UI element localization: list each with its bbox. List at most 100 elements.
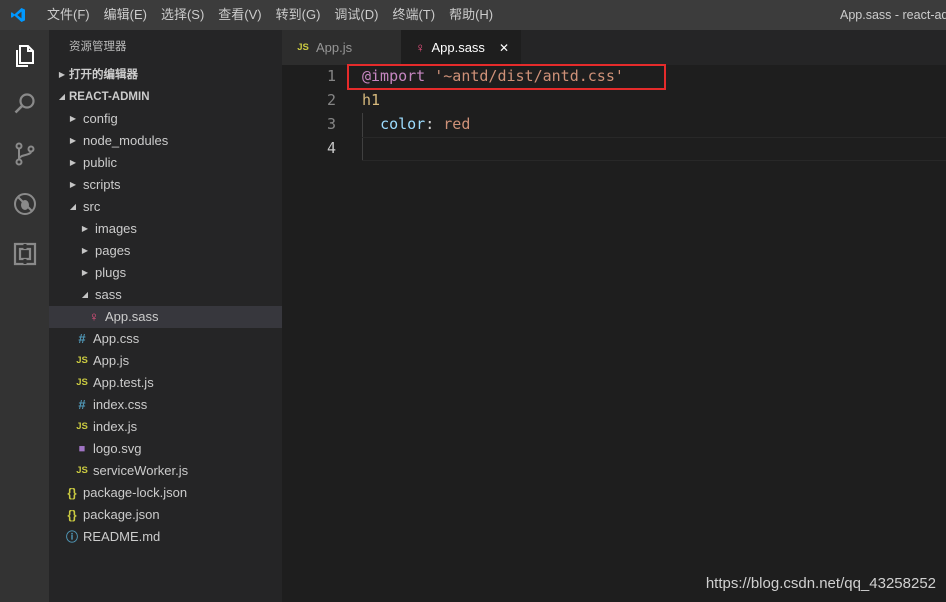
tree-file[interactable]: ⓘ README.md: [49, 526, 282, 548]
explorer-sidebar: 资源管理器 ▶ 打开的编辑器 ◢ REACT-ADMIN ▶ config ▶ nod…: [49, 30, 282, 602]
activity-bar: [0, 30, 49, 602]
line-number: 3: [326, 115, 336, 133]
tree-file[interactable]: JS serviceWorker.js: [49, 460, 282, 482]
open-editors-label: 打开的编辑器: [69, 69, 138, 81]
tree-folder[interactable]: ▶ node_modules: [49, 130, 282, 152]
annotation-highlight-box: [347, 64, 666, 90]
tree-item-label: index.js: [93, 419, 138, 434]
tree-item-label: App.css: [93, 331, 140, 346]
sass-file-icon: ♀: [415, 40, 426, 55]
menu-item[interactable]: 编辑(E): [97, 0, 154, 30]
menu-item[interactable]: 帮助(H): [442, 0, 500, 30]
tree-item-label: sass: [95, 287, 122, 302]
chevron-right-icon: ▶: [69, 114, 77, 123]
tree-item-label: App.js: [93, 353, 130, 368]
chevron-right-icon: ▶: [81, 268, 89, 277]
tree-file[interactable]: {} package-lock.json: [49, 482, 282, 504]
tree-item-label: serviceWorker.js: [93, 463, 189, 478]
tab-bar: JS App.js ♀ App.sass ✕: [282, 30, 946, 65]
svg-file-icon: ■: [78, 443, 86, 455]
tree-folder[interactable]: ◢ src: [49, 196, 282, 218]
line-number: 2: [326, 91, 336, 109]
chevron-right-icon: ▶: [81, 246, 89, 255]
tree-file[interactable]: # index.css: [49, 394, 282, 416]
search-icon[interactable]: [0, 80, 49, 128]
js-file-icon: JS: [76, 465, 88, 476]
tree-file[interactable]: ■ logo.svg: [49, 438, 282, 460]
debug-icon[interactable]: [0, 180, 49, 228]
menu-bar: 文件(F) 编辑(E) 选择(S) 查看(V) 转到(G) 调试(D) 终端(T) 帮助(H): [36, 0, 500, 30]
source-control-icon[interactable]: [0, 130, 49, 178]
vscode-logo-icon[interactable]: [0, 0, 36, 30]
menu-item[interactable]: 终端(T): [385, 0, 442, 30]
tree-file[interactable]: JS App.test.js: [49, 372, 282, 394]
extensions-icon[interactable]: [0, 230, 49, 278]
js-file-icon: JS: [76, 355, 88, 366]
tree-item-label: README.md: [83, 529, 161, 544]
menu-item[interactable]: 查看(V): [211, 0, 268, 30]
tree-folder[interactable]: ▶ pages: [49, 240, 282, 262]
tree-file[interactable]: JS index.js: [49, 416, 282, 438]
code-line[interactable]: 2 h1: [282, 88, 946, 112]
css-file-icon: #: [78, 331, 86, 346]
explorer-icon[interactable]: [0, 32, 49, 80]
title-bar: 文件(F) 编辑(E) 选择(S) 查看(V) 转到(G) 调试(D) 终端(T) 帮助(H)…: [0, 0, 946, 30]
js-file-icon: JS: [297, 42, 309, 53]
tree-item-label: pages: [95, 243, 131, 258]
menu-item[interactable]: 选择(S): [154, 0, 211, 30]
tree-folder[interactable]: ▶ scripts: [49, 174, 282, 196]
code-token: color: [380, 115, 426, 133]
js-file-icon: JS: [76, 377, 88, 388]
project-header[interactable]: ◢ REACT-ADMIN: [49, 86, 282, 108]
tree-item-label: App.test.js: [93, 375, 154, 390]
tree-folder[interactable]: ◢ sass: [49, 284, 282, 306]
tree-folder[interactable]: ▶ config: [49, 108, 282, 130]
css-file-icon: #: [78, 397, 86, 412]
info-file-icon: ⓘ: [65, 530, 78, 544]
tree-item-label: App.sass: [105, 309, 159, 324]
chevron-down-icon: ◢: [58, 92, 66, 101]
tab-app-js[interactable]: JS App.js: [282, 30, 401, 65]
tree-item-label: src: [83, 199, 101, 214]
open-editors-header[interactable]: ▶ 打开的编辑器: [49, 64, 282, 86]
code-editor[interactable]: 1 @import '~antd/dist/antd.css' 2 h1 3 color…: [282, 65, 946, 602]
chevron-down-icon: ◢: [69, 202, 77, 211]
watermark: https://blog.csdn.net/qq_43258252: [705, 575, 936, 592]
window-title: App.sass - react-admin: [840, 8, 946, 22]
tab-app-sass[interactable]: ♀ App.sass ✕: [401, 30, 521, 65]
code-content: color: red: [362, 112, 470, 136]
file-tree: ▶ config ▶ node_modules ▶ public ▶ scripts ◢ src ▶…: [49, 108, 282, 548]
chevron-right-icon: ▶: [69, 136, 77, 145]
tab-label: App.sass: [431, 40, 485, 55]
tree-item-label: package-lock.json: [83, 485, 188, 500]
tree-item-label: node_modules: [83, 133, 169, 148]
close-icon[interactable]: ✕: [499, 41, 509, 55]
tree-item-label: images: [95, 221, 137, 236]
tree-item-label: plugs: [95, 265, 127, 280]
tree-file[interactable]: ♀ App.sass: [49, 306, 282, 328]
tree-item-label: public: [83, 155, 117, 170]
tree-folder[interactable]: ▶ images: [49, 218, 282, 240]
project-label: REACT-ADMIN: [69, 91, 150, 103]
chevron-right-icon: ▶: [58, 70, 66, 79]
tree-folder[interactable]: ▶ plugs: [49, 262, 282, 284]
menu-item[interactable]: 调试(D): [327, 0, 385, 30]
tree-file[interactable]: # App.css: [49, 328, 282, 350]
js-file-icon: JS: [76, 421, 88, 432]
line-number: 4: [326, 139, 336, 157]
tree-item-label: package.json: [83, 507, 160, 522]
code-token: h1: [362, 91, 381, 109]
code-line[interactable]: 3 color: red: [282, 112, 946, 136]
menu-item[interactable]: 文件(F): [40, 0, 97, 30]
tree-folder[interactable]: ▶ public: [49, 152, 282, 174]
code-token: red: [443, 115, 471, 133]
menu-item[interactable]: 转到(G): [269, 0, 328, 30]
json-file-icon: {}: [67, 508, 77, 522]
tree-file[interactable]: JS App.js: [49, 350, 282, 372]
tree-file[interactable]: {} package.json: [49, 504, 282, 526]
tree-item-label: scripts: [83, 177, 121, 192]
code-line[interactable]: 4: [282, 136, 946, 160]
chevron-right-icon: ▶: [69, 180, 77, 189]
chevron-right-icon: ▶: [69, 158, 77, 167]
